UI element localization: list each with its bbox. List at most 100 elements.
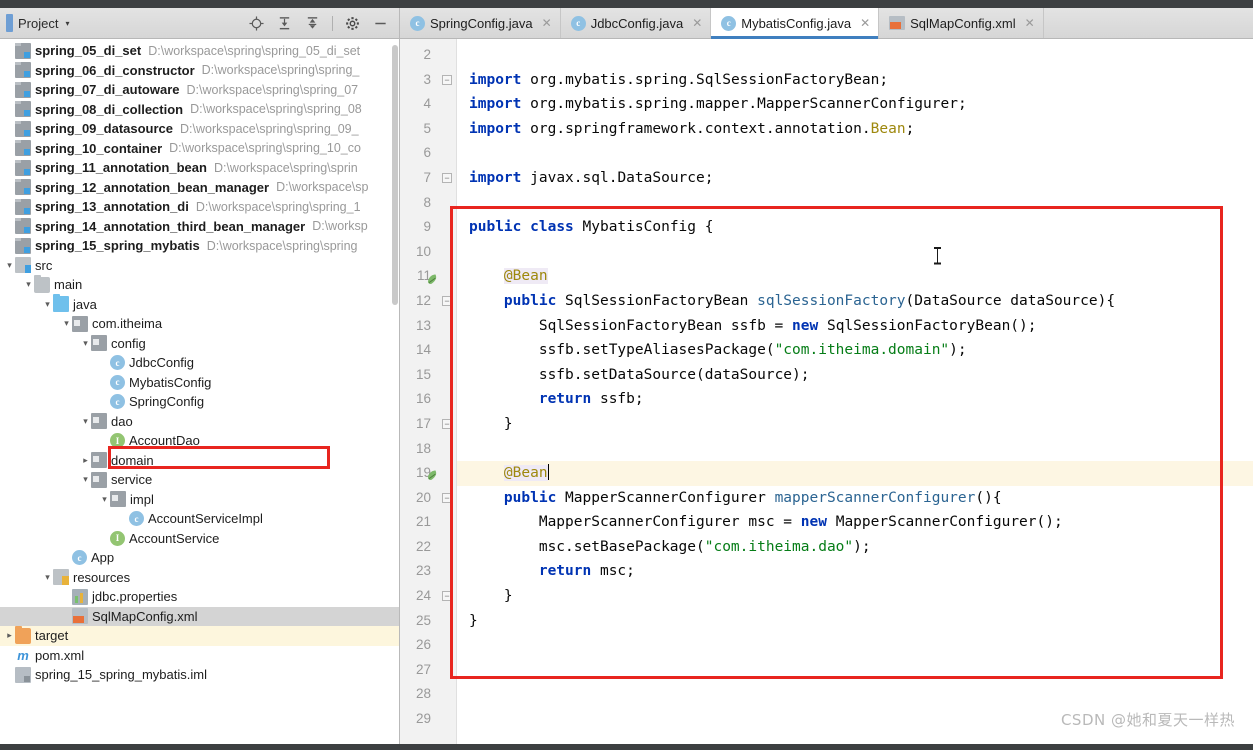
tree-node-app[interactable]: c App <box>0 548 399 568</box>
chevron-down-icon[interactable]: ▾ <box>80 338 91 349</box>
gutter-line-19[interactable]: 19 <box>400 461 456 486</box>
chevron-down-icon[interactable]: ▾ <box>80 416 91 427</box>
project-module-row[interactable]: spring_08_di_collection D:\workspace\spri… <box>0 100 399 120</box>
gutter-line-20[interactable]: 20− <box>400 486 456 511</box>
gutter-line-12[interactable]: 12− <box>400 289 456 314</box>
code-line-18[interactable] <box>457 437 1253 462</box>
tree-node-com-itheima[interactable]: ▾ com.itheima <box>0 314 399 334</box>
tree-node-spring-15-spring-mybatis-iml[interactable]: spring_15_spring_mybatis.iml <box>0 665 399 685</box>
code-line-24[interactable]: } <box>457 584 1253 609</box>
gutter-line-13[interactable]: 13 <box>400 314 456 339</box>
editor-tab-jdbcconfig-java[interactable]: c JdbcConfig.java ✕ <box>561 8 712 38</box>
tree-node-target[interactable]: ▸ target <box>0 625 399 646</box>
code-line-15[interactable]: ssfb.setDataSource(dataSource); <box>457 363 1253 388</box>
project-module-row[interactable]: spring_11_annotation_bean D:\workspace\sp… <box>0 158 399 178</box>
chevron-right-icon[interactable]: ▸ <box>4 630 15 641</box>
code-line-22[interactable]: msc.setBasePackage("com.itheima.dao"); <box>457 535 1253 560</box>
chevron-down-icon[interactable]: ▾ <box>65 19 69 28</box>
project-module-row[interactable]: spring_09_datasource D:\workspace\spring\… <box>0 119 399 139</box>
code-fold-icon[interactable]: − <box>442 74 452 85</box>
locate-icon[interactable] <box>248 15 265 32</box>
code-line-12[interactable]: public SqlSessionFactoryBean sqlSessionF… <box>457 289 1253 314</box>
editor-tab-sqlmapconfig-xml[interactable]: SqlMapConfig.xml ✕ <box>879 8 1044 38</box>
gutter-line-2[interactable]: 2 <box>400 43 456 68</box>
code-line-13[interactable]: SqlSessionFactoryBean ssfb = new SqlSess… <box>457 314 1253 339</box>
gutter-line-3[interactable]: 3− <box>400 68 456 93</box>
chevron-right-icon[interactable]: ▸ <box>80 455 91 466</box>
code-line-6[interactable] <box>457 141 1253 166</box>
code-line-7[interactable]: import javax.sql.DataSource; <box>457 166 1253 191</box>
spring-bean-gutter-icon[interactable] <box>427 467 440 481</box>
code-line-19[interactable]: @Bean <box>457 461 1253 486</box>
close-icon[interactable]: ✕ <box>860 16 870 30</box>
code-line-5[interactable]: import org.springframework.context.annot… <box>457 117 1253 142</box>
tree-node-src[interactable]: ▾ src <box>0 256 399 276</box>
gutter-line-28[interactable]: 28 <box>400 682 456 707</box>
code-line-20[interactable]: public MapperScannerConfigurer mapperSca… <box>457 486 1253 511</box>
tree-node-jdbcconfig[interactable]: c JdbcConfig <box>0 353 399 373</box>
settings-gear-icon[interactable] <box>344 15 361 32</box>
expand-all-icon[interactable] <box>276 15 293 32</box>
project-module-row[interactable]: spring_10_container D:\workspace\spring\s… <box>0 139 399 159</box>
chevron-down-icon[interactable]: ▾ <box>61 318 72 329</box>
close-icon[interactable]: ✕ <box>1025 16 1035 30</box>
editor-gutter[interactable]: 2 3−4 5 6 7−8 9 10 11 12−13 14 15 16 17−18 19 20−21 22 2… <box>400 39 457 744</box>
project-tree-scrollbar[interactable] <box>391 39 399 744</box>
code-fold-icon[interactable]: − <box>442 492 452 503</box>
code-line-3[interactable]: import org.mybatis.spring.SqlSessionFact… <box>457 68 1253 93</box>
chevron-down-icon[interactable]: ▾ <box>42 299 53 310</box>
tree-node-mybatisconfig[interactable]: c MybatisConfig <box>0 373 399 393</box>
tree-node-java[interactable]: ▾ java <box>0 294 399 315</box>
code-line-25[interactable]: } <box>457 609 1253 634</box>
gutter-line-4[interactable]: 4 <box>400 92 456 117</box>
gutter-line-9[interactable]: 9 <box>400 215 456 240</box>
gutter-line-7[interactable]: 7− <box>400 166 456 191</box>
gutter-line-6[interactable]: 6 <box>400 141 456 166</box>
project-module-row[interactable]: spring_15_spring_mybatis D:\workspace\spr… <box>0 236 399 256</box>
code-line-4[interactable]: import org.mybatis.spring.mapper.MapperS… <box>457 92 1253 117</box>
tree-node-resources[interactable]: ▾ resources <box>0 568 399 588</box>
gutter-line-23[interactable]: 23 <box>400 559 456 584</box>
close-icon[interactable]: ✕ <box>542 16 552 30</box>
gutter-line-27[interactable]: 27 <box>400 658 456 683</box>
code-line-9[interactable]: public class MybatisConfig { <box>457 215 1253 240</box>
collapse-all-icon[interactable] <box>304 15 321 32</box>
gutter-line-18[interactable]: 18 <box>400 437 456 462</box>
code-line-16[interactable]: return ssfb; <box>457 387 1253 412</box>
gutter-line-16[interactable]: 16 <box>400 387 456 412</box>
chevron-down-icon[interactable]: ▾ <box>23 279 34 290</box>
code-line-14[interactable]: ssfb.setTypeAliasesPackage("com.itheima.… <box>457 338 1253 363</box>
project-tree[interactable]: spring_05_di_set D:\workspace\spring\spri… <box>0 39 399 744</box>
editor-tab-mybatisconfig-java[interactable]: c MybatisConfig.java ✕ <box>711 8 880 39</box>
project-module-row[interactable]: spring_06_di_constructor D:\workspace\spr… <box>0 61 399 81</box>
tree-node-config[interactable]: ▾ config <box>0 334 399 354</box>
gutter-line-17[interactable]: 17− <box>400 412 456 437</box>
code-line-21[interactable]: MapperScannerConfigurer msc = new Mapper… <box>457 510 1253 535</box>
gutter-line-10[interactable]: 10 <box>400 240 456 265</box>
code-line-11[interactable]: @Bean <box>457 264 1253 289</box>
gutter-line-21[interactable]: 21 <box>400 510 456 535</box>
gutter-line-15[interactable]: 15 <box>400 363 456 388</box>
code-editor[interactable]: import org.mybatis.spring.SqlSessionFact… <box>457 39 1253 744</box>
tree-node-pom-xml[interactable]: m pom.xml <box>0 646 399 666</box>
tree-node-domain[interactable]: ▸ domain <box>0 451 399 471</box>
tree-node-dao[interactable]: ▾ dao <box>0 412 399 432</box>
code-fold-icon[interactable]: − <box>442 296 452 307</box>
tree-node-main[interactable]: ▾ main <box>0 274 399 295</box>
gutter-line-14[interactable]: 14 <box>400 338 456 363</box>
code-line-27[interactable] <box>457 658 1253 683</box>
tree-node-jdbc-properties[interactable]: jdbc.properties <box>0 587 399 607</box>
tree-node-accountservice[interactable]: I AccountService <box>0 529 399 549</box>
spring-bean-gutter-icon[interactable] <box>427 270 440 284</box>
tree-node-impl[interactable]: ▾ impl <box>0 490 399 510</box>
code-line-28[interactable] <box>457 682 1253 707</box>
code-fold-icon[interactable]: − <box>442 173 452 184</box>
code-line-10[interactable] <box>457 240 1253 265</box>
gutter-line-8[interactable]: 8 <box>400 191 456 216</box>
project-module-row[interactable]: spring_13_annotation_di D:\workspace\spri… <box>0 197 399 217</box>
code-line-8[interactable] <box>457 191 1253 216</box>
tree-node-springconfig[interactable]: c SpringConfig <box>0 392 399 412</box>
code-line-26[interactable] <box>457 633 1253 658</box>
gutter-line-22[interactable]: 22 <box>400 535 456 560</box>
project-module-row[interactable]: spring_05_di_set D:\workspace\spring\spri… <box>0 41 399 61</box>
